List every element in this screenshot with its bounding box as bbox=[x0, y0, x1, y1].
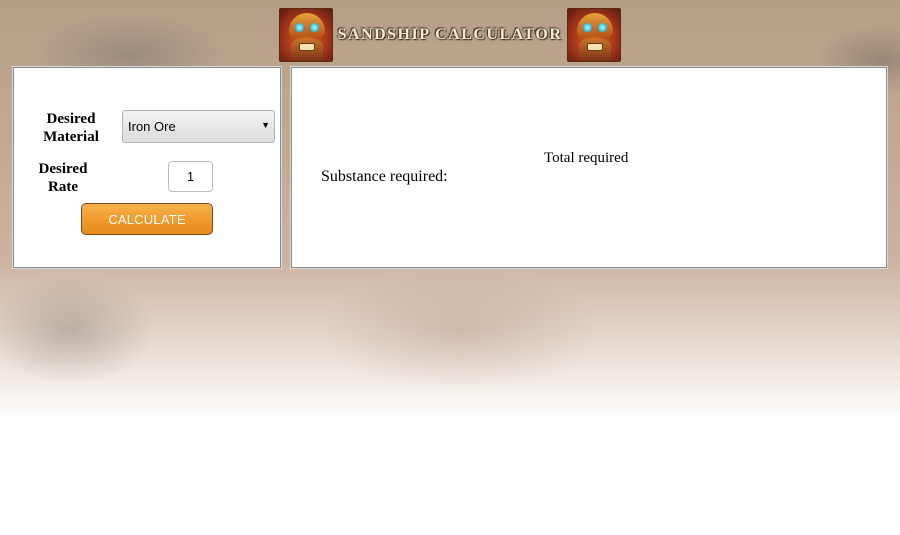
chevron-down-icon: ▼ bbox=[261, 120, 270, 130]
robot-mascot-icon bbox=[279, 8, 333, 62]
robot-mascot-icon bbox=[567, 8, 621, 62]
rate-label: Desired Rate bbox=[38, 161, 88, 195]
substance-required-label: Substance required: bbox=[321, 168, 448, 185]
material-select-value: Iron Ore bbox=[128, 119, 176, 134]
calculate-button[interactable]: CALCULATE bbox=[81, 203, 213, 235]
page-header: SANDSHIP CALCULATOR bbox=[279, 8, 621, 62]
input-panel: Desired Material Iron Ore ▼ Desired Rate… bbox=[13, 67, 281, 268]
results-panel: Substance required: Total required bbox=[291, 67, 887, 268]
material-select[interactable]: Iron Ore ▼ bbox=[122, 110, 275, 143]
total-required-label: Total required bbox=[544, 150, 629, 166]
rate-input[interactable]: 1 bbox=[168, 161, 213, 192]
page-title: SANDSHIP CALCULATOR bbox=[337, 26, 563, 43]
material-label: Desired Material bbox=[43, 111, 99, 145]
